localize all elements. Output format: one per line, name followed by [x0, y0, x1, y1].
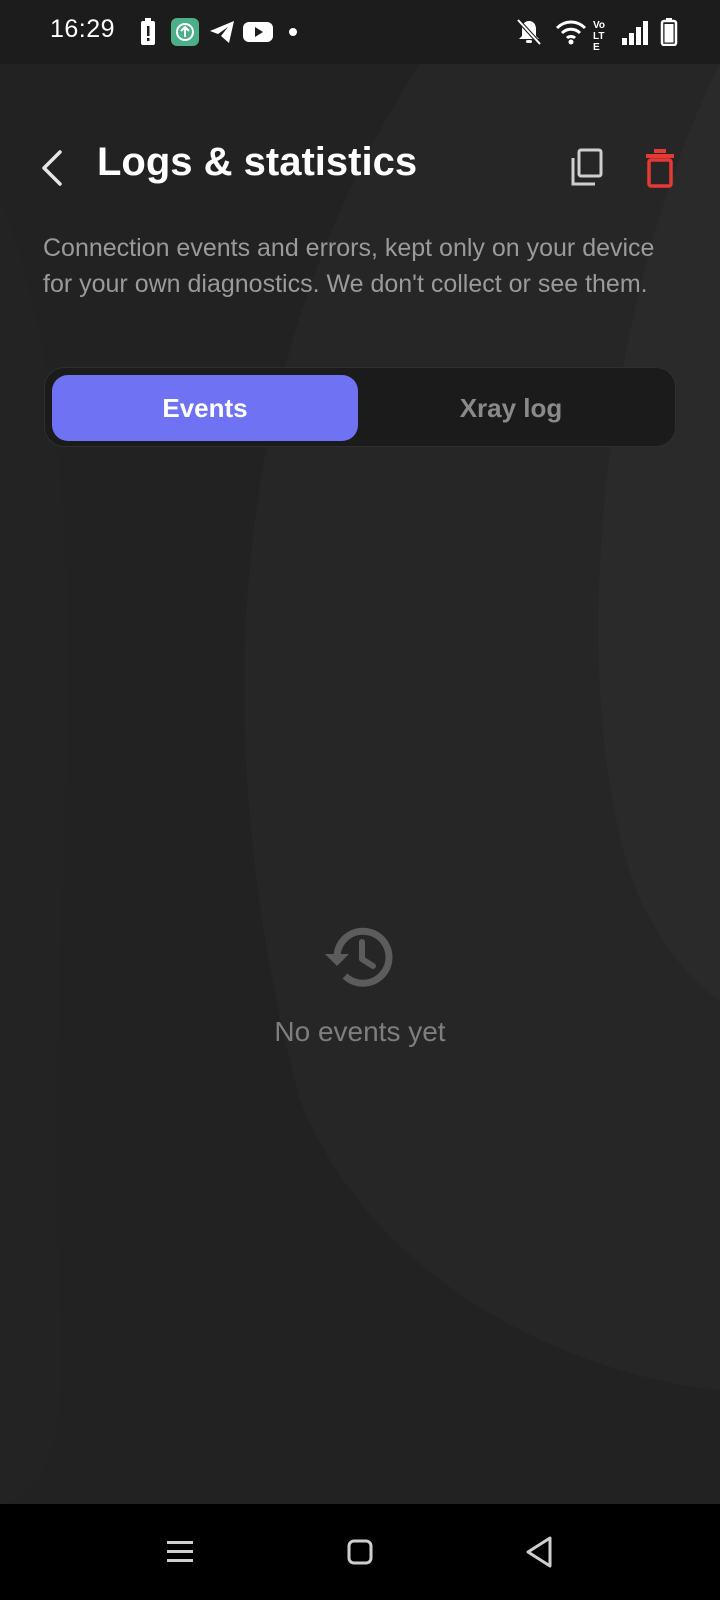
status-time: 16:29 — [50, 15, 116, 43]
back-triangle-icon[interactable] — [518, 1530, 562, 1574]
navigation-bar — [0, 1504, 720, 1600]
empty-state: No events yet — [0, 920, 720, 1048]
telegram-icon — [210, 21, 234, 43]
volte-icon: Vo LTE — [593, 20, 606, 53]
tab-xray-log[interactable]: Xray log — [358, 375, 664, 441]
app-upload-icon — [171, 18, 199, 46]
empty-state-text: No events yet — [274, 1016, 446, 1047]
page-description: Connection events and errors, kept only … — [43, 234, 655, 298]
bell-off-icon — [516, 18, 542, 46]
status-bar: 16:29 Vo LTE — [0, 0, 720, 64]
menu-icon[interactable] — [158, 1530, 202, 1574]
signal-icon — [622, 21, 648, 45]
wifi-icon — [555, 20, 587, 45]
home-icon[interactable] — [338, 1530, 382, 1574]
battery-alert-icon — [141, 18, 155, 45]
chevron-left-icon[interactable] — [34, 146, 70, 190]
screen: 16:29 Vo LTE Logs & statistics Connectio… — [0, 0, 720, 1600]
notification-dot-icon — [289, 28, 297, 36]
copy-icon[interactable] — [568, 146, 608, 190]
trash-icon[interactable] — [640, 146, 680, 190]
header: Logs & statistics — [0, 130, 720, 210]
history-icon — [325, 927, 393, 987]
tab-events[interactable]: Events — [52, 375, 358, 441]
log-type-tabs: Events Xray log — [44, 367, 676, 447]
youtube-icon — [243, 22, 273, 42]
battery-icon — [660, 18, 678, 46]
page-title: Logs & statistics — [97, 140, 418, 184]
